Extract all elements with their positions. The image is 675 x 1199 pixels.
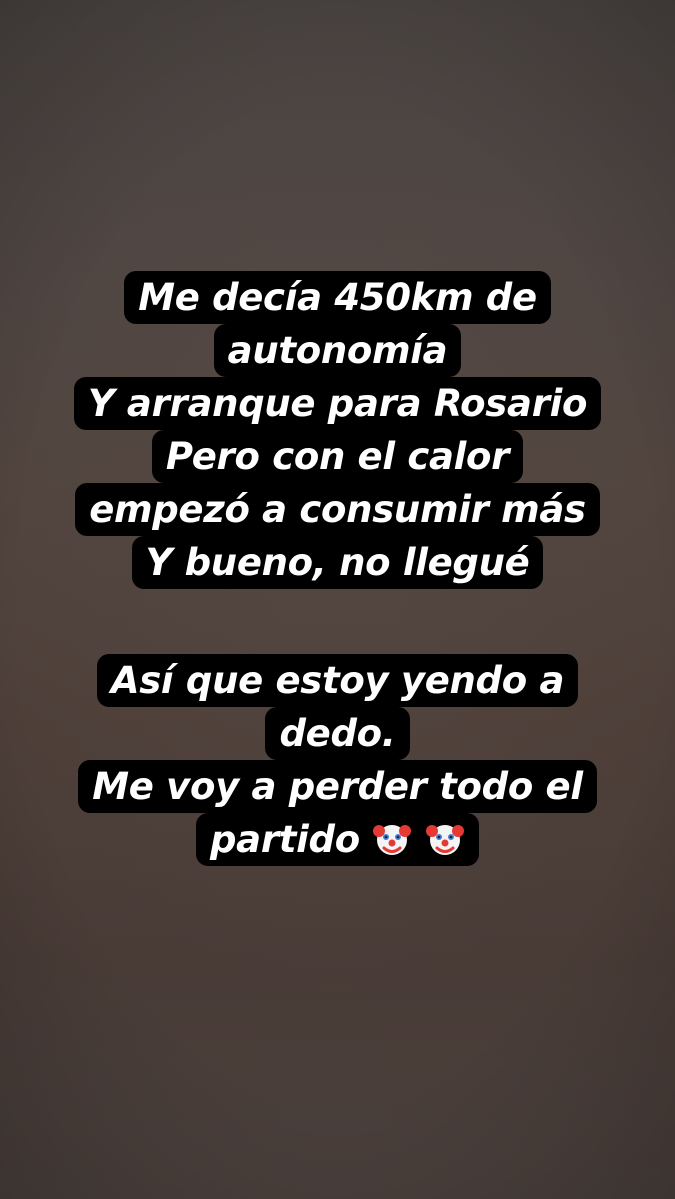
clown-emoji-icon <box>425 818 465 861</box>
caption-line: Pero con el calor <box>151 430 524 483</box>
caption-line: dedo. <box>265 707 410 760</box>
caption-line: Así que estoy yendo a <box>96 654 579 707</box>
caption-line: Y arranque para Rosario <box>73 377 602 430</box>
caption-block-2: Así que estoy yendo a dedo. Me voy a per… <box>0 654 675 866</box>
story-canvas: Me decía 450km de autonomía Y arranque p… <box>0 0 675 1199</box>
caption-text: partido <box>209 818 360 861</box>
caption-line: Me voy a perder todo el <box>78 760 597 813</box>
clown-emoji-icon <box>372 818 425 861</box>
caption-line: autonomía <box>213 324 462 377</box>
caption-line: Me decía 450km de <box>124 271 551 324</box>
caption-line: empezó a consumir más <box>75 483 600 536</box>
caption-line-with-emoji: partido <box>195 813 480 866</box>
caption-line: Y bueno, no llegué <box>131 536 544 589</box>
caption-block-1: Me decía 450km de autonomía Y arranque p… <box>0 271 675 589</box>
